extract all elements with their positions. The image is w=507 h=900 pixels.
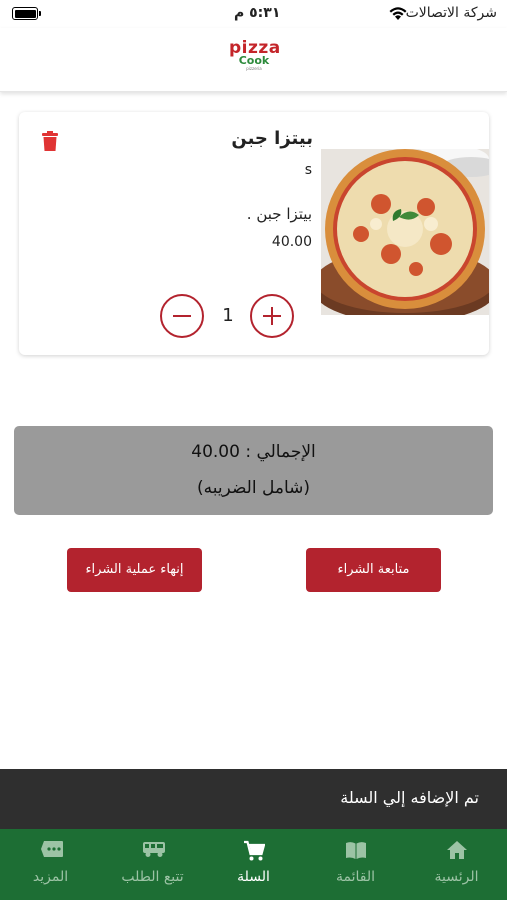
quantity-value: 1 (222, 305, 234, 326)
pizza-cook-logo[interactable]: pizza Cook pizzeria (229, 40, 280, 80)
item-size: s (304, 162, 312, 178)
nav-item-cart[interactable]: السلة (203, 829, 304, 900)
status-bar: ٥:٣١ م شركة الاتصالات (0, 0, 507, 28)
more-icon (41, 841, 63, 857)
book-icon (346, 842, 366, 859)
status-time: ٥:٣١ م (234, 5, 281, 21)
nav-label-home: الرئسية (434, 869, 479, 885)
home-icon (447, 841, 467, 859)
nav-label-track-order: تتبع الطلب (121, 869, 184, 885)
checkout-button[interactable]: إنهاء عملية الشراء (67, 548, 202, 592)
logo-tagline: pizzeria (246, 66, 262, 71)
truck-icon (143, 842, 165, 857)
decrease-quantity-button[interactable] (160, 294, 204, 338)
battery-icon (12, 7, 41, 20)
item-name: بيتزا جبن (231, 128, 313, 149)
item-price: 40.00 (271, 234, 312, 250)
cart-item-card: بيتزا جبن s بيتزا جبن . 40.00 1 (19, 112, 489, 355)
nav-item-home[interactable]: الرئسية (406, 829, 507, 900)
item-description: بيتزا جبن . (246, 205, 312, 223)
increase-quantity-button[interactable] (250, 294, 294, 338)
minus-icon (173, 315, 191, 317)
bottom-navigation: الرئسية القائمة السلة تتبع الطلب المزيد (0, 829, 507, 900)
tax-note: (شامل الضريبه) (196, 478, 311, 498)
continue-shopping-button[interactable]: متابعة الشراء (306, 548, 441, 592)
cart-icon (244, 840, 265, 861)
total-summary: الإجمالي : 40.00 (شامل الضريبه) (14, 426, 493, 515)
nav-item-track-order[interactable]: تتبع الطلب (102, 829, 203, 900)
nav-label-more: المزيد (32, 869, 69, 885)
toast-message: تم الإضافه إلي السلة (340, 788, 479, 807)
app-header: pizza Cook pizzeria (0, 28, 507, 92)
plus-icon (263, 307, 281, 325)
nav-label-cart: السلة (237, 869, 270, 885)
total-amount: الإجمالي : 40.00 (191, 442, 316, 462)
toast-notification: تم الإضافه إلي السلة (0, 769, 507, 829)
carrier-name: شركة الاتصالات (405, 5, 497, 21)
nav-item-more[interactable]: المزيد (0, 829, 101, 900)
nav-item-menu[interactable]: القائمة (305, 829, 406, 900)
trash-icon[interactable] (41, 131, 59, 151)
nav-label-menu: القائمة (336, 869, 375, 885)
pizza-image (321, 149, 489, 315)
